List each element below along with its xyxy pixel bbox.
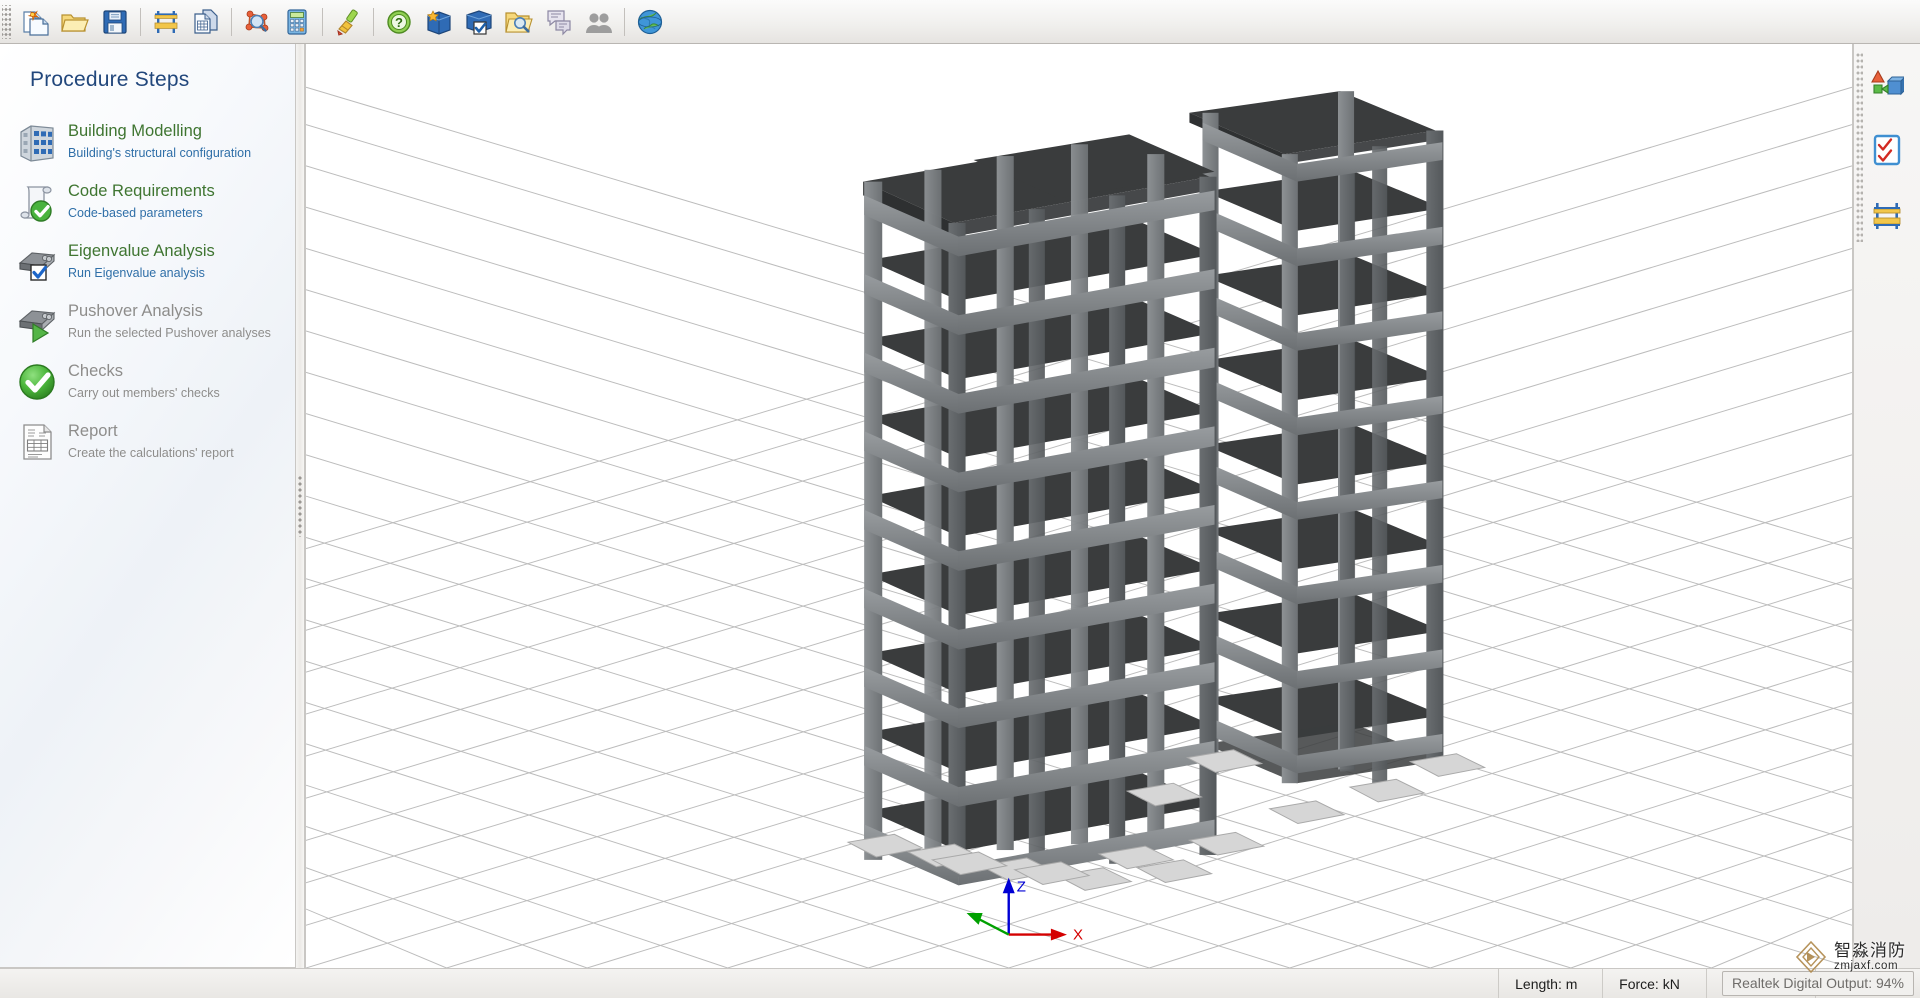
frame-view-icon	[1870, 199, 1904, 233]
sidebar-item-code-requirements[interactable]: Code Requirements Code-based parameters	[0, 172, 295, 232]
procedure-steps-list: Building Modelling Building's structural…	[0, 112, 295, 472]
toolbar-separator	[140, 8, 141, 36]
splitter-grip	[298, 475, 302, 537]
book-star-icon	[424, 7, 454, 37]
sidebar-item-desc: Run Eigenvalue analysis	[68, 264, 215, 283]
community-button[interactable]	[579, 2, 619, 42]
svg-text:?: ?	[395, 15, 403, 30]
model-viewport[interactable]: Z X	[305, 44, 1853, 968]
browse-examples-button[interactable]	[499, 2, 539, 42]
svg-text:Z: Z	[1017, 879, 1026, 895]
panel-title: Procedure Steps	[0, 44, 295, 92]
toolbar-separator	[231, 8, 232, 36]
website-button[interactable]	[630, 2, 670, 42]
help-button[interactable]: ?	[379, 2, 419, 42]
book-check-icon	[464, 7, 494, 37]
sidebar-item-eigenvalue-analysis[interactable]: Eigenvalue Analysis Run Eigenvalue analy…	[0, 232, 295, 292]
globe-icon	[635, 7, 665, 37]
procedure-steps-panel: Procedure Steps	[0, 44, 296, 968]
checklist-icon	[1870, 133, 1904, 167]
scroll-check-icon	[14, 179, 60, 225]
calculator-icon	[282, 7, 312, 37]
analysis-check-icon	[14, 239, 60, 285]
status-length-unit: Length: m	[1498, 969, 1602, 998]
new-file-button[interactable]	[15, 2, 55, 42]
toolbar-separator	[322, 8, 323, 36]
open-file-button[interactable]	[55, 2, 95, 42]
building-icon	[14, 119, 60, 165]
support-forum-button[interactable]	[539, 2, 579, 42]
right-wing	[1189, 91, 1443, 783]
sidebar-item-desc: Building's structural configuration	[68, 144, 251, 163]
sidebar-item-title: Pushover Analysis	[68, 301, 271, 322]
sidebar-item-desc: Code-based parameters	[68, 204, 215, 223]
chat-bubbles-icon	[544, 7, 574, 37]
molecule-inspect-icon	[242, 7, 272, 37]
frame-view-button[interactable]	[1865, 194, 1909, 238]
svg-text:X: X	[1073, 928, 1083, 944]
system-volume-toast: Realtek Digital Output: 94%	[1722, 971, 1914, 996]
sidebar-item-desc: Create the calculations' report	[68, 444, 234, 463]
toolbar-drag-grip[interactable]	[2, 5, 11, 39]
copy-button[interactable]	[186, 2, 226, 42]
sidebar-item-pushover-analysis[interactable]: Pushover Analysis Run the selected Pusho…	[0, 292, 295, 352]
status-force-unit: Force: kN	[1602, 969, 1706, 998]
green-check-icon	[14, 359, 60, 405]
sidebar-item-desc: Run the selected Pushover analyses	[68, 324, 271, 343]
workspace: Procedure Steps	[0, 44, 1920, 968]
checks-panel-button[interactable]	[1865, 128, 1909, 172]
model-inspect-button[interactable]	[237, 2, 277, 42]
main-block	[863, 134, 1216, 885]
sidebar-item-title: Eigenvalue Analysis	[68, 241, 215, 262]
sidebar-item-building-modelling[interactable]: Building Modelling Building's structural…	[0, 112, 295, 172]
status-bar-spacer	[0, 969, 1498, 998]
calculator-button[interactable]	[277, 2, 317, 42]
appearance-button[interactable]	[328, 2, 368, 42]
3d-shapes-icon	[1870, 67, 1904, 101]
save-disk-icon	[100, 7, 130, 37]
people-gray-icon	[584, 7, 614, 37]
paint-brush-icon	[333, 7, 363, 37]
sidebar-item-title: Code Requirements	[68, 181, 215, 202]
copy-documents-icon	[191, 7, 221, 37]
viewport-canvas[interactable]: Z X	[306, 44, 1852, 968]
frames-button[interactable]	[146, 2, 186, 42]
toolbar-separator	[373, 8, 374, 36]
3d-view-button[interactable]	[1865, 62, 1909, 106]
status-bar: Length: m Force: kN Mass: tonne Stress: …	[0, 968, 1920, 998]
folder-search-icon	[504, 7, 534, 37]
verification-button[interactable]	[459, 2, 499, 42]
axis-triad: Z X	[967, 878, 1084, 944]
sidebar-item-title: Checks	[68, 361, 220, 382]
building-model[interactable]: Z X	[306, 44, 1852, 968]
analysis-play-icon	[14, 299, 60, 345]
save-button[interactable]	[95, 2, 135, 42]
frame-grid-icon	[151, 7, 181, 37]
open-folder-icon	[60, 7, 90, 37]
manual-button[interactable]	[419, 2, 459, 42]
rightbar-drag-grip[interactable]	[1856, 52, 1863, 242]
sidebar-item-title: Building Modelling	[68, 121, 251, 142]
sidebar-item-report[interactable]: Report Create the calculations' report	[0, 412, 295, 472]
sidebar-splitter[interactable]	[296, 44, 305, 968]
toolbar-separator	[624, 8, 625, 36]
sidebar-item-title: Report	[68, 421, 234, 442]
report-document-icon	[14, 419, 60, 465]
sidebar-item-checks[interactable]: Checks Carry out members' checks	[0, 352, 295, 412]
sidebar-item-desc: Carry out members' checks	[68, 384, 220, 403]
new-file-icon	[20, 7, 50, 37]
view-tools-panel	[1853, 44, 1920, 968]
help-question-icon: ?	[384, 7, 414, 37]
main-toolbar: ?	[0, 0, 1920, 44]
application-window: ?	[0, 0, 1920, 998]
